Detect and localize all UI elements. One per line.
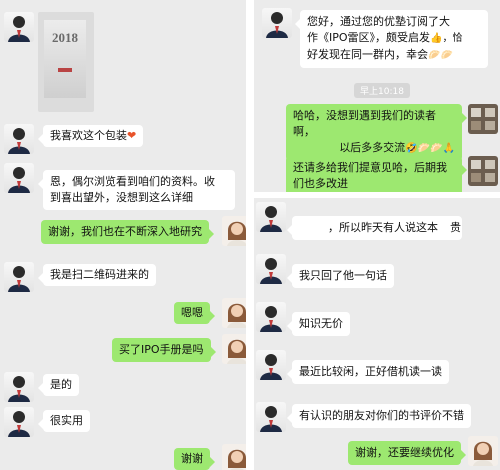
self-avatar[interactable] bbox=[222, 444, 246, 470]
message-text: 谢谢，还要继续优化 bbox=[355, 446, 454, 459]
message-text: 很实用 bbox=[50, 414, 83, 427]
contact-avatar[interactable] bbox=[262, 8, 292, 38]
contact-avatar[interactable] bbox=[4, 124, 34, 154]
message-text: 买了IPO手册是吗 bbox=[119, 343, 204, 356]
contact-avatar[interactable] bbox=[4, 262, 34, 292]
self-avatar[interactable] bbox=[222, 334, 246, 364]
self-avatar[interactable] bbox=[468, 104, 498, 134]
message-text: 有认识的朋友对你们的书评价不错 bbox=[299, 409, 464, 422]
message-bubble-in[interactable]: 有认识的朋友对你们的书评价不错 bbox=[287, 404, 471, 428]
message-line: 您好，通过您的优塾订阅了大 bbox=[307, 15, 450, 28]
contact-avatar[interactable] bbox=[4, 372, 34, 402]
message-bubble-out[interactable]: 谢谢，我们也在不断深入地研究 bbox=[41, 220, 214, 244]
self-avatar[interactable] bbox=[222, 298, 246, 328]
thumbs-up-emoji-icon: 👍，恰 bbox=[430, 33, 463, 44]
message-text: 我喜欢这个包装 bbox=[50, 129, 127, 142]
chat-panel-left: 2018 我喜欢这个包装 ❤ 恩，偶尔浏览看到咱们的资料。收 到喜出望外，没想到… bbox=[0, 0, 246, 470]
message-bubble-in[interactable]: 知识无价 bbox=[287, 312, 350, 336]
message-bubble-out[interactable]: 买了IPO手册是吗 bbox=[112, 338, 216, 362]
message-bubble-in[interactable]: 恩，偶尔浏览看到咱们的资料。收 到喜出望外，没想到这么详细 bbox=[38, 170, 235, 210]
message-bubble-in[interactable]: 我喜欢这个包装 ❤ bbox=[37, 125, 144, 147]
message-text: 我只回了他一句话 bbox=[299, 269, 387, 282]
contact-avatar[interactable] bbox=[256, 302, 286, 332]
message-bubble-in[interactable]: 我只回了他一句话 bbox=[287, 264, 394, 288]
self-avatar[interactable] bbox=[468, 156, 498, 186]
message-line-with-emoji: 作《IPO雷区》，颇受启发👍，恰 bbox=[307, 30, 481, 47]
message-text: 嗯嗯 bbox=[181, 306, 203, 319]
message-text: 我是扫二维码进来的 bbox=[50, 268, 149, 281]
message-line: 到喜出望外，没想到这么详细 bbox=[50, 191, 193, 204]
message-bubble-in[interactable]: 最近比较闲，正好借机读一读 bbox=[287, 360, 449, 384]
message-line-with-emoji: 以后多多交流🤣🥟🥟🙏 bbox=[293, 140, 455, 157]
book-cover-mark bbox=[58, 68, 72, 72]
contact-avatar[interactable] bbox=[256, 254, 286, 284]
message-line: 恩，偶尔浏览看到咱们的资料。收 bbox=[50, 175, 215, 188]
laugh-emoji-icon: 🤣🥟🥟🙏 bbox=[405, 143, 455, 154]
shared-photo[interactable]: 2018 bbox=[38, 12, 94, 112]
message-bubble-out[interactable]: 谢谢，还要继续优化 bbox=[348, 441, 466, 465]
contact-avatar[interactable] bbox=[4, 12, 34, 42]
contact-avatar[interactable] bbox=[256, 202, 286, 232]
message-line: 作《IPO雷区》，颇受启发 bbox=[307, 31, 431, 44]
book-cover-year: 2018 bbox=[52, 30, 78, 45]
message-text: 知识无价 bbox=[299, 317, 343, 330]
message-line: 哈哈，没想到遇到我们的读者啊， bbox=[293, 109, 436, 138]
heart-emoji-icon: ❤ bbox=[127, 129, 137, 142]
message-bubble-in[interactable]: 您好，通过您的优塾订阅了大 作《IPO雷区》，颇受启发👍，恰 好发现在同一群内，… bbox=[295, 10, 488, 68]
message-bubble-out[interactable]: 还请多给我们提意见哈，后期我 们也多改进 bbox=[286, 156, 467, 192]
message-line: 还请多给我们提意见哈，后期我 bbox=[293, 161, 447, 174]
message-line: 好发现在同一群内，幸会 bbox=[307, 48, 428, 61]
message-bubble-in[interactable]: ，所以昨天有人说这本 贵 bbox=[287, 216, 462, 240]
message-bubble-in[interactable]: 是的 bbox=[38, 374, 79, 396]
message-bubble-in[interactable]: 很实用 bbox=[38, 410, 90, 432]
contact-avatar[interactable] bbox=[256, 350, 286, 380]
message-text: ，所以昨天有人说这本 bbox=[328, 221, 438, 234]
message-line: 以后多多交流 bbox=[339, 141, 406, 154]
chat-panel-right-bottom: ，所以昨天有人说这本 贵 我只回了他一句话 知识无价 最近比较闲，正好借机读一读… bbox=[254, 198, 500, 470]
time-stamp: 早上10:18 bbox=[354, 83, 410, 98]
contact-avatar[interactable] bbox=[256, 402, 286, 432]
chat-panel-right-top: 您好，通过您的优塾订阅了大 作《IPO雷区》，颇受启发👍，恰 好发现在同一群内，… bbox=[254, 0, 500, 192]
self-avatar[interactable] bbox=[222, 216, 246, 246]
message-text: 谢谢，我们也在不断深入地研究 bbox=[48, 225, 202, 238]
message-text: 是的 bbox=[50, 378, 72, 391]
contact-avatar[interactable] bbox=[4, 407, 34, 437]
self-avatar[interactable] bbox=[468, 436, 498, 466]
contact-avatar[interactable] bbox=[4, 163, 34, 193]
message-text-tail: 贵 bbox=[450, 221, 461, 234]
message-line: 们也多改进 bbox=[293, 177, 348, 190]
message-bubble-out[interactable]: 哈哈，没想到遇到我们的读者啊， 以后多多交流🤣🥟🥟🙏 bbox=[286, 104, 467, 161]
message-bubble-out[interactable]: 谢谢 bbox=[174, 448, 215, 470]
dumpling-emoji-icon: 🥟🥟 bbox=[428, 50, 453, 61]
message-line-with-emoji: 好发现在同一群内，幸会🥟🥟 bbox=[307, 47, 481, 64]
message-bubble-in[interactable]: 我是扫二维码进来的 bbox=[38, 264, 156, 286]
book-cover: 2018 bbox=[44, 20, 86, 98]
message-text: 谢谢 bbox=[181, 452, 203, 465]
message-bubble-out[interactable]: 嗯嗯 bbox=[174, 302, 215, 324]
message-text: 最近比较闲，正好借机读一读 bbox=[299, 365, 442, 378]
